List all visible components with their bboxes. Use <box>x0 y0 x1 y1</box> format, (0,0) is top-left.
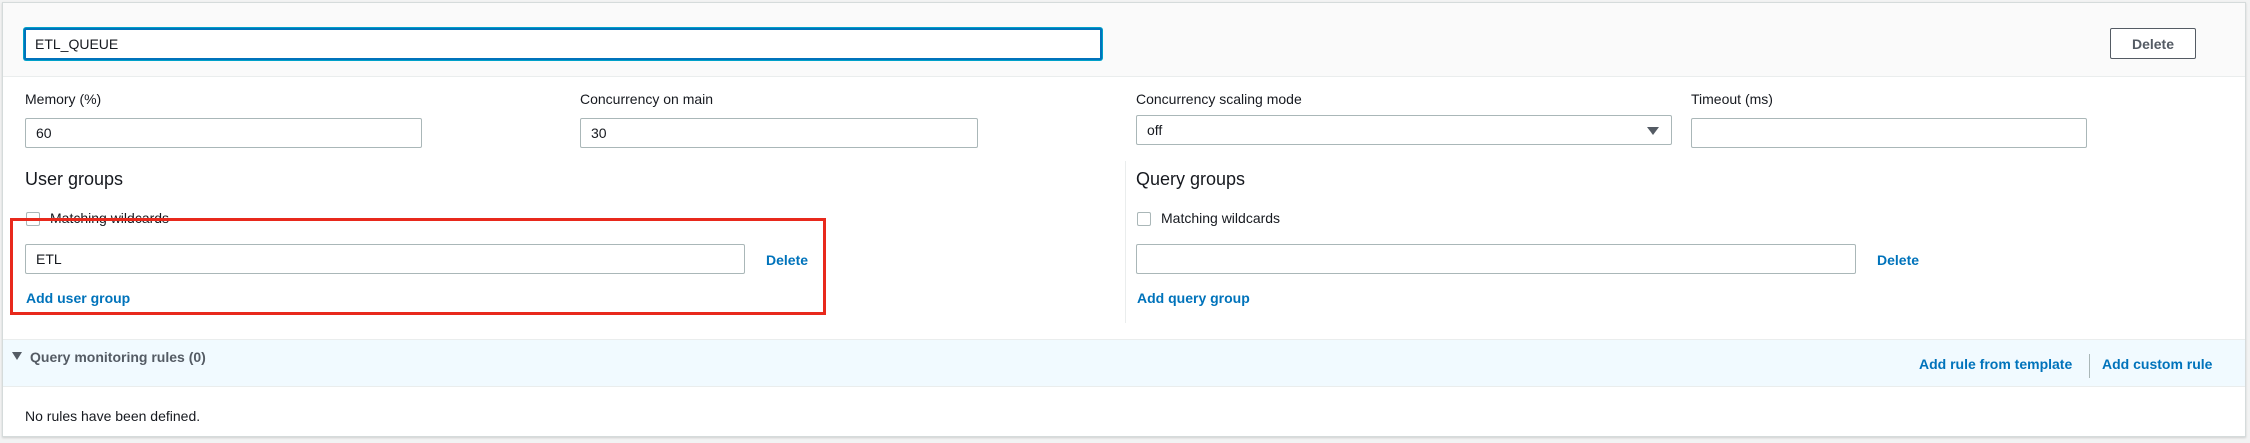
no-rules-message: No rules have been defined. <box>25 408 201 424</box>
user-groups-title: User groups <box>25 169 124 189</box>
user-group-input[interactable] <box>25 244 745 274</box>
scaling-mode-select[interactable]: off <box>1136 115 1672 145</box>
add-custom-rule-link[interactable]: Add custom rule <box>2102 356 2212 372</box>
add-rule-from-template-link[interactable]: Add rule from template <box>1919 356 2072 372</box>
scaling-mode-value: off <box>1147 122 1163 138</box>
query-monitoring-rules-title[interactable]: Query monitoring rules (0) <box>30 349 206 365</box>
timeout-input[interactable] <box>1691 118 2087 148</box>
delete-query-group-link[interactable]: Delete <box>1877 252 1919 268</box>
queue-card: Delete Memory (%) Concurrency on main Co… <box>2 2 2246 437</box>
user-groups-wildcards-label: Matching wildcards <box>50 210 170 226</box>
scaling-mode-label: Concurrency scaling mode <box>1136 91 1302 107</box>
delete-queue-button[interactable]: Delete <box>2110 28 2196 59</box>
link-divider <box>2089 354 2090 378</box>
concurrency-label: Concurrency on main <box>580 91 714 107</box>
concurrency-input[interactable] <box>580 118 978 148</box>
memory-label: Memory (%) <box>25 91 102 107</box>
add-user-group-link[interactable]: Add user group <box>26 290 130 306</box>
chevron-down-icon <box>1647 127 1659 135</box>
user-groups-wildcards-checkbox[interactable] <box>26 212 40 226</box>
group-divider <box>1125 161 1126 323</box>
delete-user-group-link[interactable]: Delete <box>766 252 808 268</box>
query-group-input[interactable] <box>1136 244 1856 274</box>
query-groups-wildcards-label: Matching wildcards <box>1161 210 1281 226</box>
query-groups-wildcards-checkbox[interactable] <box>1137 212 1151 226</box>
add-query-group-link[interactable]: Add query group <box>1137 290 1250 306</box>
query-groups-title: Query groups <box>1136 169 1246 189</box>
triangle-down-icon <box>12 352 22 360</box>
query-monitoring-rules-header[interactable]: Query monitoring rules (0) Add rule from… <box>3 339 2245 387</box>
queue-name-input[interactable] <box>24 28 1102 60</box>
memory-input[interactable] <box>25 118 422 148</box>
timeout-label: Timeout (ms) <box>1691 91 1773 107</box>
